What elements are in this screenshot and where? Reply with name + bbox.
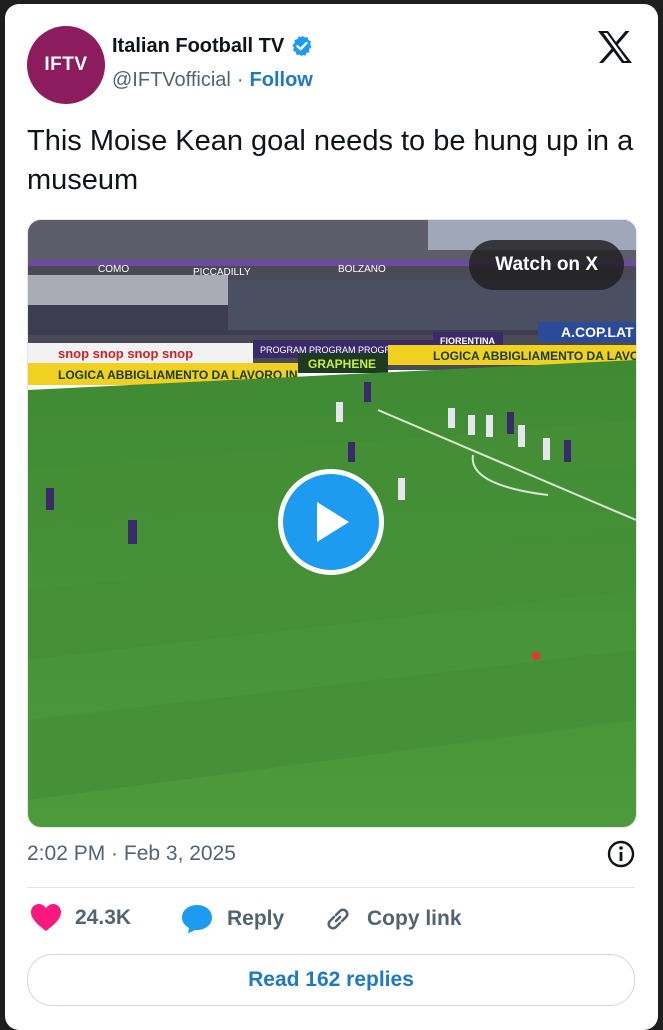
ad-board-text: PICCADILLY bbox=[193, 267, 251, 278]
reply-button[interactable]: Reply bbox=[181, 904, 284, 934]
play-icon bbox=[317, 502, 349, 542]
tweet-timestamp[interactable]: 2:02 PM · Feb 3, 2025 bbox=[27, 842, 236, 865]
heart-icon bbox=[31, 904, 61, 931]
info-icon[interactable] bbox=[607, 840, 635, 868]
copy-link-button[interactable]: Copy link bbox=[323, 904, 462, 934]
like-button[interactable]: 24.3K bbox=[31, 904, 131, 932]
author-handle-row: @IFTVofficial · Follow bbox=[112, 69, 313, 92]
tweet-card: IFTV Italian Football TV @IFTVofficial ·… bbox=[5, 4, 658, 1030]
verified-badge-icon bbox=[292, 35, 312, 57]
ad-board-text: BOLZANO bbox=[338, 264, 386, 275]
author-handle[interactable]: @IFTVofficial bbox=[112, 69, 231, 92]
ad-board-text: FIORENTINA bbox=[440, 336, 495, 346]
x-logo-icon[interactable] bbox=[597, 30, 633, 64]
author-name-row: Italian Football TV bbox=[112, 34, 314, 58]
tweet-text: This Moise Kean goal needs to be hung up… bbox=[27, 125, 634, 196]
link-icon bbox=[327, 908, 349, 930]
avatar-text: IFTV bbox=[44, 54, 88, 75]
follow-button[interactable]: Follow bbox=[250, 69, 313, 92]
reply-label: Reply bbox=[227, 907, 285, 930]
ad-board-text: snop snop snop snop bbox=[58, 346, 193, 361]
divider bbox=[27, 887, 635, 888]
author-avatar[interactable]: IFTV bbox=[27, 26, 105, 104]
reply-bubble-icon bbox=[182, 905, 212, 934]
copy-link-label: Copy link bbox=[367, 907, 462, 930]
ad-board-text: COMO bbox=[98, 264, 129, 275]
like-count: 24.3K bbox=[75, 906, 132, 929]
read-replies-button[interactable]: Read 162 replies bbox=[27, 954, 635, 1006]
handle-separator: · bbox=[236, 69, 244, 91]
play-button[interactable] bbox=[278, 469, 384, 575]
video-player[interactable]: snop snop snop snop PROGRAM PROGRAM PROG… bbox=[27, 219, 637, 828]
watch-on-x-button[interactable]: Watch on X bbox=[469, 240, 624, 290]
ad-board-text: GRAPHENE bbox=[308, 357, 376, 371]
author-display-name[interactable]: Italian Football TV bbox=[112, 35, 284, 58]
ad-board-text: A.COP.LAT bbox=[561, 324, 634, 340]
tweet-meta: 2:02 PM · Feb 3, 2025 bbox=[27, 840, 635, 868]
tweet-actions: 24.3K Reply Copy link bbox=[27, 904, 635, 944]
ad-board-text: LOGICA ABBIGLIAMENTO DA LAVORO bbox=[433, 349, 636, 363]
